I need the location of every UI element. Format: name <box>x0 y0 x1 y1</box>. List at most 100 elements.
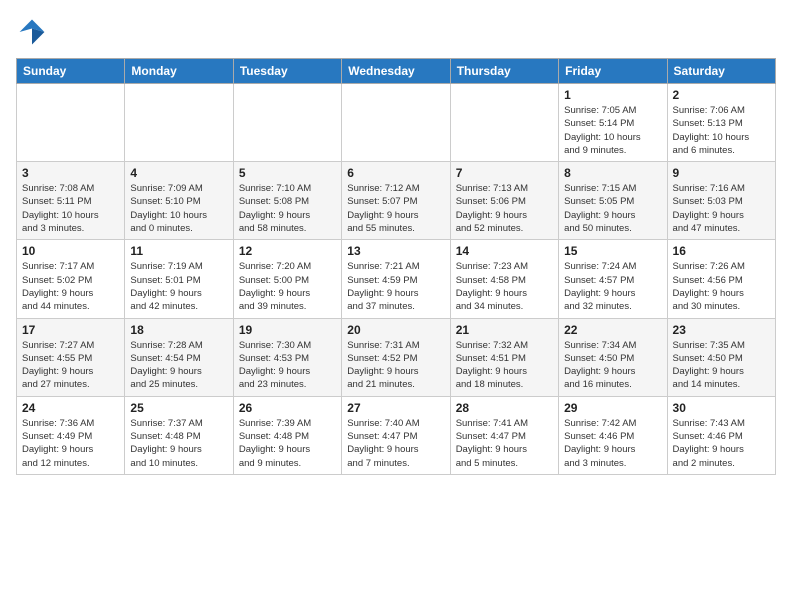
day-number: 16 <box>673 244 770 258</box>
day-cell: 30 Sunrise: 7:43 AM Sunset: 4:46 PM Dayli… <box>667 396 775 474</box>
day-cell: 3 Sunrise: 7:08 AM Sunset: 5:11 PM Daylig… <box>17 162 125 240</box>
day-info: Sunrise: 7:17 AM Sunset: 5:02 PM Dayligh… <box>22 260 119 313</box>
day-number: 3 <box>22 166 119 180</box>
day-info: Sunrise: 7:12 AM Sunset: 5:07 PM Dayligh… <box>347 182 444 235</box>
week-row-5: 24 Sunrise: 7:36 AM Sunset: 4:49 PM Dayli… <box>17 396 776 474</box>
column-header-wednesday: Wednesday <box>342 59 450 84</box>
day-cell: 8 Sunrise: 7:15 AM Sunset: 5:05 PM Daylig… <box>559 162 667 240</box>
column-header-monday: Monday <box>125 59 233 84</box>
column-header-thursday: Thursday <box>450 59 558 84</box>
day-number: 19 <box>239 323 336 337</box>
header-row: SundayMondayTuesdayWednesdayThursdayFrid… <box>17 59 776 84</box>
day-cell: 7 Sunrise: 7:13 AM Sunset: 5:06 PM Daylig… <box>450 162 558 240</box>
day-number: 13 <box>347 244 444 258</box>
day-info: Sunrise: 7:05 AM Sunset: 5:14 PM Dayligh… <box>564 104 661 157</box>
day-number: 6 <box>347 166 444 180</box>
day-info: Sunrise: 7:20 AM Sunset: 5:00 PM Dayligh… <box>239 260 336 313</box>
day-number: 12 <box>239 244 336 258</box>
day-info: Sunrise: 7:13 AM Sunset: 5:06 PM Dayligh… <box>456 182 553 235</box>
day-info: Sunrise: 7:16 AM Sunset: 5:03 PM Dayligh… <box>673 182 770 235</box>
day-cell: 17 Sunrise: 7:27 AM Sunset: 4:55 PM Dayli… <box>17 318 125 396</box>
day-cell <box>17 84 125 162</box>
day-number: 25 <box>130 401 227 415</box>
day-cell: 25 Sunrise: 7:37 AM Sunset: 4:48 PM Dayli… <box>125 396 233 474</box>
day-number: 7 <box>456 166 553 180</box>
column-header-tuesday: Tuesday <box>233 59 341 84</box>
day-cell: 24 Sunrise: 7:36 AM Sunset: 4:49 PM Dayli… <box>17 396 125 474</box>
day-cell: 27 Sunrise: 7:40 AM Sunset: 4:47 PM Dayli… <box>342 396 450 474</box>
day-info: Sunrise: 7:10 AM Sunset: 5:08 PM Dayligh… <box>239 182 336 235</box>
day-info: Sunrise: 7:06 AM Sunset: 5:13 PM Dayligh… <box>673 104 770 157</box>
day-info: Sunrise: 7:24 AM Sunset: 4:57 PM Dayligh… <box>564 260 661 313</box>
day-cell: 12 Sunrise: 7:20 AM Sunset: 5:00 PM Dayli… <box>233 240 341 318</box>
day-number: 10 <box>22 244 119 258</box>
day-cell: 9 Sunrise: 7:16 AM Sunset: 5:03 PM Daylig… <box>667 162 775 240</box>
logo <box>16 16 52 48</box>
day-info: Sunrise: 7:43 AM Sunset: 4:46 PM Dayligh… <box>673 417 770 470</box>
calendar-page: SundayMondayTuesdayWednesdayThursdayFrid… <box>0 0 792 483</box>
day-number: 22 <box>564 323 661 337</box>
day-info: Sunrise: 7:30 AM Sunset: 4:53 PM Dayligh… <box>239 339 336 392</box>
day-cell: 4 Sunrise: 7:09 AM Sunset: 5:10 PM Daylig… <box>125 162 233 240</box>
day-number: 5 <box>239 166 336 180</box>
day-cell: 5 Sunrise: 7:10 AM Sunset: 5:08 PM Daylig… <box>233 162 341 240</box>
day-cell: 15Sunrise: 7:24 AM Sunset: 4:57 PM Dayli… <box>559 240 667 318</box>
day-cell: 18Sunrise: 7:28 AM Sunset: 4:54 PM Dayli… <box>125 318 233 396</box>
day-info: Sunrise: 7:42 AM Sunset: 4:46 PM Dayligh… <box>564 417 661 470</box>
day-info: Sunrise: 7:09 AM Sunset: 5:10 PM Dayligh… <box>130 182 227 235</box>
day-number: 2 <box>673 88 770 102</box>
day-number: 26 <box>239 401 336 415</box>
week-row-1: 1 Sunrise: 7:05 AM Sunset: 5:14 PM Daylig… <box>17 84 776 162</box>
day-info: Sunrise: 7:23 AM Sunset: 4:58 PM Dayligh… <box>456 260 553 313</box>
day-number: 1 <box>564 88 661 102</box>
day-info: Sunrise: 7:08 AM Sunset: 5:11 PM Dayligh… <box>22 182 119 235</box>
day-info: Sunrise: 7:31 AM Sunset: 4:52 PM Dayligh… <box>347 339 444 392</box>
day-info: Sunrise: 7:39 AM Sunset: 4:48 PM Dayligh… <box>239 417 336 470</box>
header <box>16 16 776 48</box>
day-cell: 16 Sunrise: 7:26 AM Sunset: 4:56 PM Dayli… <box>667 240 775 318</box>
day-cell: 20 Sunrise: 7:31 AM Sunset: 4:52 PM Dayli… <box>342 318 450 396</box>
week-row-2: 3 Sunrise: 7:08 AM Sunset: 5:11 PM Daylig… <box>17 162 776 240</box>
day-info: Sunrise: 7:32 AM Sunset: 4:51 PM Dayligh… <box>456 339 553 392</box>
day-number: 11 <box>130 244 227 258</box>
day-info: Sunrise: 7:35 AM Sunset: 4:50 PM Dayligh… <box>673 339 770 392</box>
day-cell <box>233 84 341 162</box>
day-number: 17 <box>22 323 119 337</box>
week-row-3: 10 Sunrise: 7:17 AM Sunset: 5:02 PM Dayli… <box>17 240 776 318</box>
day-number: 27 <box>347 401 444 415</box>
day-info: Sunrise: 7:34 AM Sunset: 4:50 PM Dayligh… <box>564 339 661 392</box>
day-info: Sunrise: 7:15 AM Sunset: 5:05 PM Dayligh… <box>564 182 661 235</box>
day-cell: 13 Sunrise: 7:21 AM Sunset: 4:59 PM Dayli… <box>342 240 450 318</box>
day-number: 21 <box>456 323 553 337</box>
day-number: 29 <box>564 401 661 415</box>
day-cell: 11Sunrise: 7:19 AM Sunset: 5:01 PM Dayli… <box>125 240 233 318</box>
day-info: Sunrise: 7:36 AM Sunset: 4:49 PM Dayligh… <box>22 417 119 470</box>
day-number: 4 <box>130 166 227 180</box>
logo-icon <box>16 16 48 48</box>
day-number: 20 <box>347 323 444 337</box>
day-number: 14 <box>456 244 553 258</box>
day-number: 28 <box>456 401 553 415</box>
day-number: 30 <box>673 401 770 415</box>
day-cell: 28 Sunrise: 7:41 AM Sunset: 4:47 PM Dayli… <box>450 396 558 474</box>
day-info: Sunrise: 7:40 AM Sunset: 4:47 PM Dayligh… <box>347 417 444 470</box>
day-cell: 23 Sunrise: 7:35 AM Sunset: 4:50 PM Dayli… <box>667 318 775 396</box>
day-cell: 26 Sunrise: 7:39 AM Sunset: 4:48 PM Dayli… <box>233 396 341 474</box>
day-info: Sunrise: 7:26 AM Sunset: 4:56 PM Dayligh… <box>673 260 770 313</box>
day-cell: 21 Sunrise: 7:32 AM Sunset: 4:51 PM Dayli… <box>450 318 558 396</box>
day-info: Sunrise: 7:41 AM Sunset: 4:47 PM Dayligh… <box>456 417 553 470</box>
day-info: Sunrise: 7:27 AM Sunset: 4:55 PM Dayligh… <box>22 339 119 392</box>
column-header-saturday: Saturday <box>667 59 775 84</box>
day-number: 24 <box>22 401 119 415</box>
day-cell: 1 Sunrise: 7:05 AM Sunset: 5:14 PM Daylig… <box>559 84 667 162</box>
day-cell <box>125 84 233 162</box>
day-info: Sunrise: 7:28 AM Sunset: 4:54 PM Dayligh… <box>130 339 227 392</box>
day-number: 9 <box>673 166 770 180</box>
day-info: Sunrise: 7:37 AM Sunset: 4:48 PM Dayligh… <box>130 417 227 470</box>
column-header-sunday: Sunday <box>17 59 125 84</box>
day-cell: 14 Sunrise: 7:23 AM Sunset: 4:58 PM Dayli… <box>450 240 558 318</box>
day-number: 23 <box>673 323 770 337</box>
day-number: 8 <box>564 166 661 180</box>
day-cell: 22 Sunrise: 7:34 AM Sunset: 4:50 PM Dayli… <box>559 318 667 396</box>
day-info: Sunrise: 7:21 AM Sunset: 4:59 PM Dayligh… <box>347 260 444 313</box>
